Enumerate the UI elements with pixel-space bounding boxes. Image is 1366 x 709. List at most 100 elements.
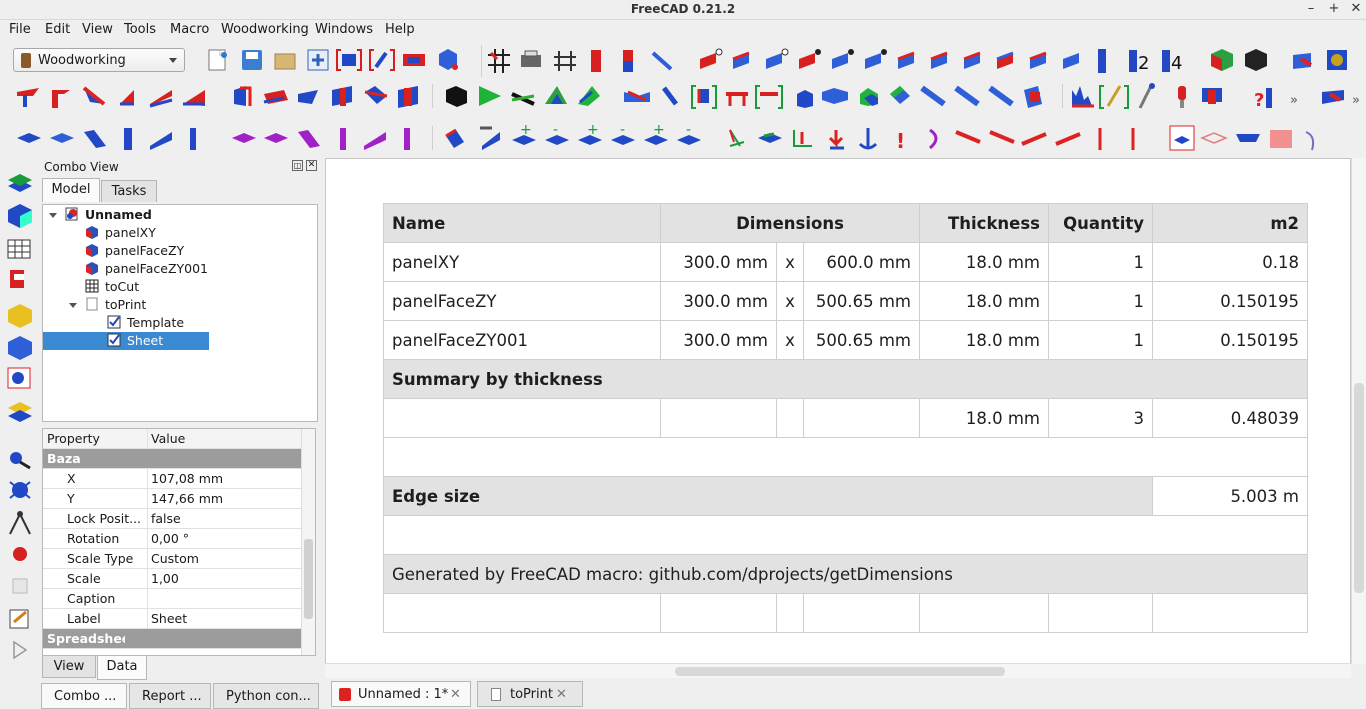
toolbar-row-2-icons[interactable]: ? » » xyxy=(0,80,1366,114)
generated-row: Generated by FreeCAD macro: github.com/d… xyxy=(383,554,1308,594)
scrollbar-thumb[interactable] xyxy=(675,667,1005,676)
group-label: Baza xyxy=(47,451,81,466)
box-blue-icon xyxy=(8,336,32,360)
tab-data[interactable]: Data xyxy=(97,656,147,680)
tree-item-template[interactable]: Template xyxy=(107,314,184,332)
summary-title-row: Summary by thickness xyxy=(383,359,1308,399)
menu-windows[interactable]: Windows xyxy=(315,22,373,37)
menu-woodworking[interactable]: Woodworking xyxy=(221,22,309,37)
cell-m2: 0.18 xyxy=(1152,242,1308,282)
tab-unnamed-document[interactable]: Unnamed : 1* ✕ xyxy=(331,681,471,707)
close-tab-icon[interactable]: ✕ xyxy=(450,682,461,707)
menu-file[interactable]: File xyxy=(9,22,31,37)
tab-python-console[interactable]: Python con... xyxy=(213,683,319,709)
menu-view[interactable]: View xyxy=(82,22,113,37)
tree-item-toprint[interactable]: toPrint xyxy=(85,296,146,314)
tab-toprint-document[interactable]: toPrint ✕ xyxy=(477,681,583,707)
svg-text:-: - xyxy=(553,122,558,138)
empty-cell xyxy=(660,398,777,438)
doc-tab-label: toPrint xyxy=(510,687,553,702)
property-value[interactable]: Sheet xyxy=(147,609,301,628)
property-key: Caption xyxy=(67,591,116,606)
property-value[interactable] xyxy=(147,589,301,608)
scrollbar-thumb[interactable] xyxy=(304,539,313,619)
tab-view[interactable]: View xyxy=(42,656,96,678)
spreadsheet-icon xyxy=(85,279,99,293)
tree-item-panelfacezy001[interactable]: panelFaceZY001 xyxy=(85,260,208,278)
property-key: Scale xyxy=(67,571,101,586)
close-tab-icon[interactable]: ✕ xyxy=(556,682,567,707)
workbench-selector[interactable]: Woodworking xyxy=(13,48,185,72)
property-value[interactable]: 107,08 mm xyxy=(147,469,301,488)
vertical-scrollbar[interactable] xyxy=(1351,158,1366,664)
svg-text:4: 4 xyxy=(1171,53,1182,74)
menu-tools[interactable]: Tools xyxy=(124,22,156,37)
header-thickness: Thickness xyxy=(919,203,1049,243)
property-row-rotation[interactable]: Rotation 0,00 ° xyxy=(43,529,301,549)
tab-report-view[interactable]: Report ... xyxy=(129,683,211,709)
close-panel-icon[interactable]: ✕ xyxy=(306,160,317,171)
property-row-lock-position[interactable]: Lock Posit... false xyxy=(43,509,301,529)
bug-icon xyxy=(9,481,31,499)
property-value[interactable]: 147,66 mm xyxy=(147,489,301,508)
count-4-icon: 4 xyxy=(1162,50,1182,74)
tree-item-tocut[interactable]: toCut xyxy=(85,278,139,296)
play-icon xyxy=(13,640,28,660)
empty-cell xyxy=(776,398,804,438)
layers-icon xyxy=(8,174,32,192)
tree-item-unnamed[interactable]: Unnamed xyxy=(65,206,152,224)
expand-icon[interactable] xyxy=(69,303,77,308)
menu-help[interactable]: Help xyxy=(385,22,415,37)
combo-view-title: Combo View xyxy=(44,160,119,174)
tree-item-panelfacezy[interactable]: panelFaceZY xyxy=(85,242,184,260)
property-row-caption[interactable]: Caption xyxy=(43,589,301,609)
cell-m2: 0.150195 xyxy=(1152,281,1308,321)
workbench-label: Woodworking xyxy=(38,53,126,68)
box-yellow-icon xyxy=(8,304,32,328)
property-row-scale[interactable]: Scale 1,00 xyxy=(43,569,301,589)
analysis-icons-row-2: ? » » xyxy=(1072,83,1360,111)
property-value[interactable]: 1,00 xyxy=(147,569,301,588)
table-row: panelFaceZY001 300.0 mm x 500.65 mm 18.0… xyxy=(383,320,1308,360)
expand-icon[interactable] xyxy=(49,213,57,218)
undock-icon[interactable]: ◫ xyxy=(292,160,303,171)
maximize-button[interactable]: + xyxy=(1326,1,1342,17)
transform-icons: ! xyxy=(729,128,1135,153)
menu-edit[interactable]: Edit xyxy=(45,22,70,37)
tree-item-sheet[interactable]: Sheet xyxy=(43,332,209,350)
property-value[interactable]: Custom xyxy=(147,549,301,568)
gold-panel-icon xyxy=(1327,50,1347,70)
scrollbar-thumb[interactable] xyxy=(1354,383,1364,593)
property-row-x[interactable]: X 107,08 mm xyxy=(43,469,301,489)
tab-combo-view[interactable]: Combo ... xyxy=(41,683,127,709)
close-window-button[interactable]: ✕ xyxy=(1348,1,1364,17)
open-icon xyxy=(274,53,296,70)
cell-thickness: 18.0 mm xyxy=(919,281,1049,321)
stack-icon xyxy=(8,402,32,422)
left-toolbar[interactable] xyxy=(0,160,40,660)
page-view[interactable]: Name Dimensions Thickness Quantity m2 pa… xyxy=(325,158,1351,678)
horizontal-scrollbar[interactable] xyxy=(325,663,1351,678)
toolbar-row-1-icons[interactable]: 2 4 xyxy=(205,45,1366,77)
panel-icon xyxy=(86,262,98,275)
property-value[interactable]: 0,00 ° xyxy=(147,529,301,548)
property-scrollbar[interactable] xyxy=(301,429,315,655)
property-row-scale-type[interactable]: Scale Type Custom xyxy=(43,549,301,569)
svg-text:»: » xyxy=(1352,93,1360,108)
tree-item-panelxy[interactable]: panelXY xyxy=(85,224,156,242)
toolbar-row-3-icons[interactable]: + - + - + - ! xyxy=(0,122,1366,156)
property-group-spreadsheet[interactable]: Spreadsheet xyxy=(43,629,301,649)
woodworking-panels-row-2 xyxy=(17,86,418,108)
menu-macro[interactable]: Macro xyxy=(170,22,209,37)
tab-tasks[interactable]: Tasks xyxy=(101,180,157,202)
window-title: FreeCAD 0.21.2 xyxy=(630,2,736,16)
property-value[interactable]: false xyxy=(147,509,301,528)
property-row-y[interactable]: Y 147,66 mm xyxy=(43,489,301,509)
property-row-label[interactable]: Label Sheet xyxy=(43,609,301,629)
tree-item-label: toPrint xyxy=(105,297,147,312)
minimize-button[interactable]: – xyxy=(1303,1,1319,17)
property-group-baza[interactable]: Baza xyxy=(43,449,301,469)
tab-model[interactable]: Model xyxy=(42,178,100,202)
red-blue-panel-icon xyxy=(623,50,633,72)
cell-dim1: 300.0 mm xyxy=(660,242,777,282)
